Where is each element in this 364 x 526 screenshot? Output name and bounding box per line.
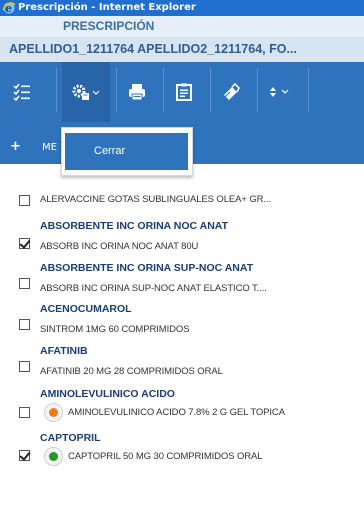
window-title: Prescripción - Internet Explorer bbox=[18, 2, 196, 13]
patient-header: APELLIDO1_1211764 APELLIDO2_1211764, FO.… bbox=[0, 37, 364, 62]
medication-description: AMINOLEVULINICO ACIDO 7.8% 2 G GEL TOPIC… bbox=[68, 407, 285, 418]
add-medication-label[interactable]: ME bbox=[42, 142, 57, 153]
clipboard-button[interactable] bbox=[164, 62, 204, 122]
medication-checkbox[interactable] bbox=[19, 278, 30, 289]
medication-name: ABSORBENTE INC ORINA NOC ANAT bbox=[40, 220, 229, 232]
sort-icon bbox=[270, 87, 289, 97]
patient-name: APELLIDO1_1211764 APELLIDO2_1211764, FO.… bbox=[9, 42, 297, 56]
medication-checkbox[interactable] bbox=[19, 195, 30, 206]
medication-row[interactable]: AFATINIB AFATINIB 20 MG 28 COMPRIMIDOS O… bbox=[0, 341, 364, 381]
medication-checkbox[interactable] bbox=[19, 407, 30, 418]
toolbar-separator bbox=[308, 68, 309, 112]
toolbar-separator bbox=[56, 68, 57, 112]
medication-row[interactable]: CAPTOPRIL CAPTOPRIL 50 MG 30 COMPRIMIDOS… bbox=[0, 428, 364, 470]
medication-checkbox[interactable] bbox=[19, 450, 30, 461]
settings-dropdown-menu: Cerrar bbox=[61, 127, 193, 176]
medication-row[interactable]: AMINOLEVULINICO ACIDO AMINOLEVULINICO AC… bbox=[0, 384, 364, 426]
medication-name: CAPTOPRIL bbox=[40, 432, 101, 444]
status-indicator-icon bbox=[44, 447, 63, 466]
status-indicator-icon bbox=[44, 403, 63, 422]
medication-name: AFATINIB bbox=[40, 345, 88, 357]
sort-menu-button[interactable] bbox=[258, 62, 302, 122]
medication-description: SINTROM 1MG 60 COMPRIMIDOS bbox=[40, 324, 190, 335]
settings-menu-icon bbox=[72, 84, 100, 100]
medication-row[interactable]: ALERVACCINE GOTAS SUBLINGUALES OLEA+ GR.… bbox=[0, 186, 364, 211]
medication-row[interactable]: ABSORBENTE INC ORINA NOC ANAT ABSORB INC… bbox=[0, 216, 364, 256]
medication-description: AFATINIB 20 MG 28 COMPRIMIDOS ORAL bbox=[40, 366, 223, 377]
medication-row[interactable]: ACENOCUMAROL SINTROM 1MG 60 COMPRIMIDOS bbox=[0, 299, 364, 339]
section-title: PRESCRIPCIÓN bbox=[63, 19, 155, 33]
medication-name: ACENOCUMAROL bbox=[40, 303, 132, 315]
medication-name: AMINOLEVULINICO ACIDO bbox=[40, 388, 175, 400]
internet-explorer-icon: e bbox=[2, 2, 16, 15]
menu-item-cerrar[interactable]: Cerrar bbox=[65, 133, 188, 170]
settings-menu-button[interactable] bbox=[62, 62, 110, 122]
medication-description: ABSORB INC ORINA NOC ANAT 80U bbox=[40, 241, 199, 252]
medication-checkbox[interactable] bbox=[19, 319, 30, 330]
medication-row[interactable]: ABSORBENTE INC ORINA SUP-NOC ANAT ABSORB… bbox=[0, 258, 364, 298]
print-button[interactable] bbox=[117, 62, 157, 122]
print-icon bbox=[129, 84, 145, 101]
plus-icon[interactable]: + bbox=[10, 139, 21, 154]
toolbar bbox=[0, 62, 364, 127]
medication-checkbox[interactable] bbox=[19, 361, 30, 372]
window-titlebar: e Prescripción - Internet Explorer bbox=[0, 0, 364, 16]
medication-description: CAPTOPRIL 50 MG 30 COMPRIMIDOS ORAL bbox=[68, 451, 263, 462]
medication-checkbox[interactable] bbox=[19, 238, 30, 249]
section-header: PRESCRIPCIÓN bbox=[0, 16, 364, 37]
checklist-icon bbox=[13, 83, 30, 101]
checklist-button[interactable] bbox=[0, 62, 44, 122]
medication-description: ALERVACCINE GOTAS SUBLINGUALES OLEA+ GR.… bbox=[40, 194, 271, 205]
stamp-icon bbox=[224, 83, 240, 100]
stamp-button[interactable] bbox=[211, 62, 251, 122]
medication-name: ABSORBENTE INC ORINA SUP-NOC ANAT bbox=[40, 262, 254, 274]
medication-description: ABSORB INC ORINA SUP-NOC ANAT ELASTICO T… bbox=[40, 283, 267, 294]
clipboard-icon bbox=[176, 83, 192, 101]
